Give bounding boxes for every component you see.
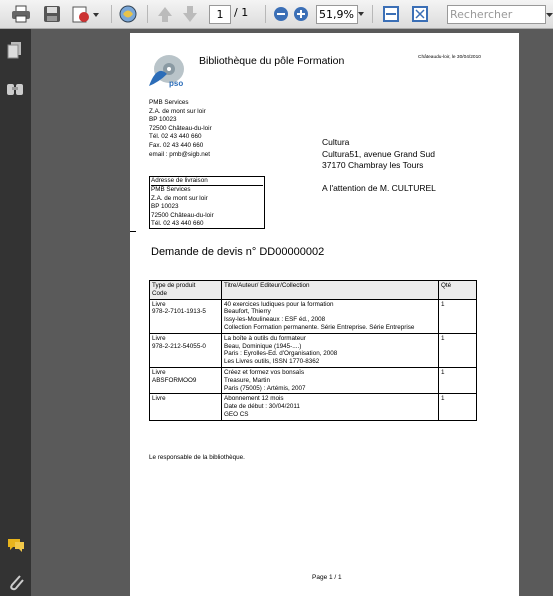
type-code-cell: Livre 978-2-212-54055-0	[149, 332, 222, 368]
pages-icon[interactable]	[7, 41, 23, 63]
detail-line: Collection Formation permanente. Série E…	[224, 323, 415, 331]
previous-page-icon[interactable]	[154, 4, 176, 24]
detail-line: Créez et formez vos bonsaïs	[224, 368, 305, 376]
table-row: Livre 978-2-212-54055-0 La boîte à outils…	[149, 332, 477, 368]
paperclip-icon[interactable]	[7, 572, 25, 596]
delivery-box: Adresse de livraison PMB Services Z.A. d…	[149, 176, 265, 230]
detail-line: GEO CS	[224, 410, 249, 418]
address-line: BP 10023	[149, 116, 177, 124]
signature-line: Le responsable de la bibliothèque.	[149, 454, 245, 461]
qty-cell: 1	[438, 366, 477, 395]
product-code: ABSFORMOO9	[152, 376, 197, 384]
details-cell: La boîte à outils du formateur Beau, Domi…	[221, 332, 439, 368]
address-line: Cultura51, avenue Grand Sud	[322, 148, 435, 159]
quote-table: Type de produit Code Titre/Auteur/ Edite…	[149, 280, 477, 421]
address-line: Z.A. de mont sur loir	[151, 194, 208, 202]
page-number-input[interactable]: 1	[209, 5, 231, 24]
fold-mark	[130, 231, 136, 232]
address-line: 72500 Château-du-loir	[151, 211, 214, 219]
table-header-row: Type de produit Code Titre/Auteur/ Edite…	[149, 280, 477, 300]
product-type: Livre	[152, 395, 166, 403]
product-type: Livre	[152, 334, 166, 342]
detail-line: Abonnement 12 mois	[224, 395, 284, 403]
library-title: Bibliothèque du pôle Formation	[199, 55, 345, 67]
product-type: Livre	[152, 368, 166, 376]
quote-title: Demande de devis n° DD00000002	[151, 246, 325, 258]
chevron-down-icon[interactable]	[356, 4, 366, 24]
product-code: 978-2-7101-1913-5	[152, 308, 206, 316]
bookmarks-icon[interactable]	[6, 81, 24, 101]
column-header: Titre/Auteur/ Editeur/Collection	[221, 280, 439, 300]
comments-icon[interactable]	[6, 537, 26, 557]
detail-line: Date de début : 30/04/2011	[224, 403, 300, 411]
page-total: / 1	[234, 6, 249, 19]
pdf-toolbar: 1 / 1 51,9% Rechercher	[0, 0, 553, 29]
detail-line: Les Livres outils, ISSN 1770-8362	[224, 358, 320, 366]
detail-line: Paris : Eyrolles-Ed. d'Organisation, 200…	[224, 350, 338, 358]
place-date: Châteaudu-loir, le 30/04/2010	[418, 55, 481, 60]
qty-cell: 1	[438, 393, 477, 421]
address-line: Z.A. de mont sur loir	[149, 107, 206, 115]
type-code-cell: Livre 978-2-7101-1913-5	[149, 298, 222, 334]
qty-cell: 1	[438, 332, 477, 368]
logo-text: pso	[169, 79, 184, 88]
delivery-title: Adresse de livraison	[151, 177, 263, 187]
next-page-icon[interactable]	[179, 4, 201, 24]
product-type: Livre	[152, 300, 166, 308]
detail-line: 40 exercices ludiques pour la formation	[224, 300, 334, 308]
detail-line: Beaufort, Thierry	[224, 308, 271, 316]
address-line: Tél. 02 43 440 660	[149, 133, 202, 141]
table-row: Livre 978-2-7101-1913-5 40 exercices ludi…	[149, 298, 477, 334]
details-cell: Créez et formez vos bonsaïs Treasure, Mar…	[221, 366, 439, 395]
address-line: email : pmb@sigb.net	[149, 150, 210, 158]
zoom-in-icon[interactable]	[292, 4, 310, 24]
product-code: 978-2-212-54055-0	[152, 342, 206, 350]
address-line: PMB Services	[151, 186, 191, 194]
address-line: Fax. 02 43 440 660	[149, 141, 204, 149]
search-input[interactable]: Rechercher	[447, 5, 546, 24]
table-row: Livre Abonnement 12 mois Date de début : …	[149, 393, 477, 421]
annotation-icon[interactable]	[116, 4, 140, 24]
save-icon[interactable]	[41, 4, 63, 24]
details-cell: Abonnement 12 mois Date de début : 30/04/…	[221, 393, 439, 421]
fit-width-icon[interactable]	[380, 4, 402, 24]
sidebar	[0, 29, 31, 596]
zoom-select[interactable]: 51,9%	[316, 5, 358, 24]
details-cell: 40 exercices ludiques pour la formation B…	[221, 298, 439, 334]
sender-address: PMB Services Z.A. de mont sur loir BP 10…	[149, 99, 212, 159]
library-logo: pso	[147, 52, 187, 95]
type-code-cell: Livre ABSFORMOO9	[149, 366, 222, 395]
detail-line: Beau, Dominique (1945-....)	[224, 342, 302, 350]
detail-line: Paris (75005) : Artémis, 2007	[224, 384, 306, 392]
print-icon[interactable]	[10, 4, 32, 24]
address-line: BP 10023	[151, 203, 179, 211]
column-header: Qté	[438, 280, 477, 300]
fit-page-icon[interactable]	[409, 4, 431, 24]
table-row: Livre ABSFORMOO9 Créez et formez vos bons…	[149, 366, 477, 395]
search-dropdown-icon[interactable]	[545, 4, 553, 24]
detail-line: Treasure, Martin	[224, 376, 270, 384]
attention-line: A l'attention de M. CULTUREL	[322, 183, 436, 193]
detail-line: Issy-les-Moulineaux : ESF éd., 2008	[224, 316, 326, 324]
column-header: Type de produit Code	[149, 280, 222, 300]
pdf-page: pso Bibliothèque du pôle Formation Châte…	[130, 33, 519, 596]
page-footer: Page 1 / 1	[312, 574, 342, 581]
type-code-cell: Livre	[149, 393, 222, 421]
attach-dropdown-icon[interactable]	[70, 4, 102, 24]
detail-line: La boîte à outils du formateur	[224, 334, 306, 342]
document-view[interactable]: pso Bibliothèque du pôle Formation Châte…	[31, 29, 553, 596]
address-line: Cultura	[322, 137, 350, 147]
address-line: 72500 Château-du-loir	[149, 124, 212, 132]
zoom-out-icon[interactable]	[272, 4, 290, 24]
address-line: Tél. 02 43 440 660	[151, 220, 204, 228]
recipient-address: Cultura Cultura51, avenue Grand Sud 3717…	[322, 137, 435, 172]
address-line: PMB Services	[149, 99, 189, 106]
qty-cell: 1	[438, 298, 477, 334]
zoom-value: 51,9%	[319, 8, 354, 21]
address-line: 37170 Chambray les Tours	[322, 160, 424, 170]
